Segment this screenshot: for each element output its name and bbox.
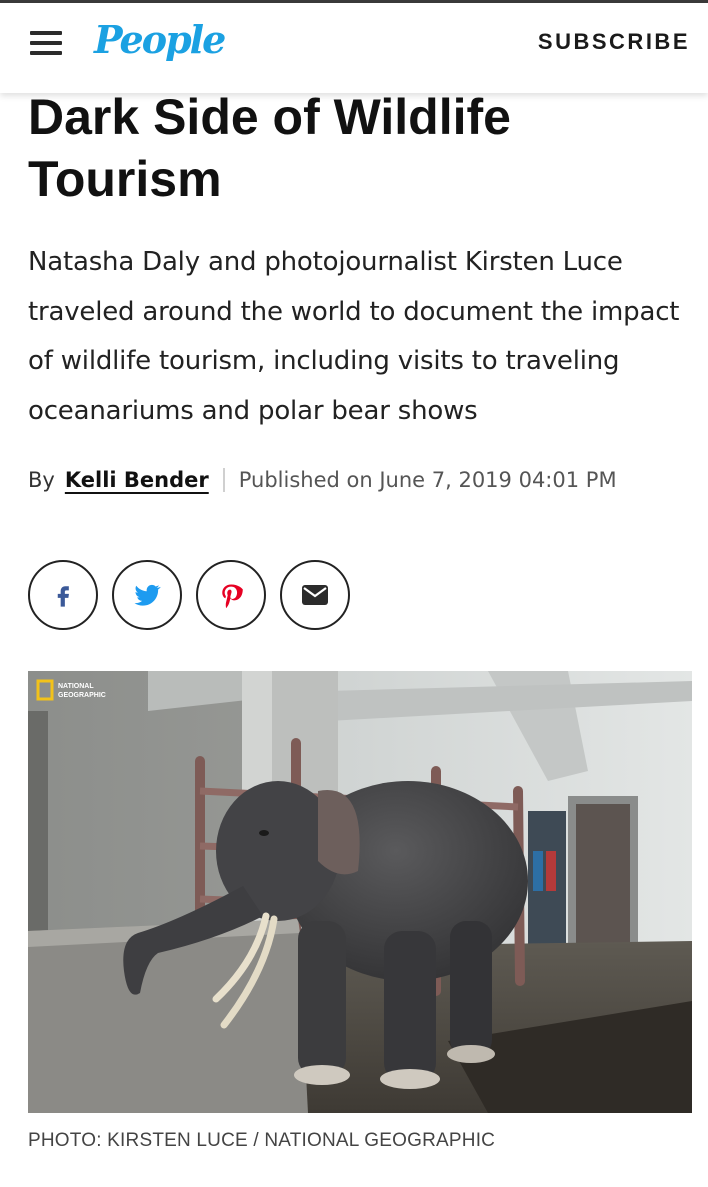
article-dek: Natasha Daly and photojournalist Kirsten… [28,247,680,426]
twitter-icon [134,584,161,606]
email-share-button[interactable] [280,560,350,630]
byline: By Kelli Bender Published on June 7, 201… [28,468,698,492]
share-bar [28,560,350,630]
byline-prefix: By [28,468,55,492]
pinterest-icon [222,584,243,608]
facebook-icon [57,586,69,607]
natgeo-watermark-text-1: NATIONAL [58,683,94,690]
author-link[interactable]: Kelli Bender [65,468,209,492]
elephant-photo-illustration: NATIONAL GEOGRAPHIC [28,671,692,1113]
article-photo: NATIONAL GEOGRAPHIC [28,671,692,1113]
site-header: People SUBSCRIBE [0,3,708,93]
hamburger-menu-icon[interactable] [30,31,66,59]
twitter-share-button[interactable] [112,560,182,630]
byline-divider [222,468,225,492]
published-date: Published on June 7, 2019 04:01 PM [238,468,617,492]
people-logo[interactable]: People [94,17,226,62]
article-headline: Dark Side of Wildlife Tourism [28,89,511,207]
email-icon [302,585,328,605]
pinterest-share-button[interactable] [196,560,266,630]
subscribe-button[interactable]: SUBSCRIBE [538,29,690,55]
facebook-share-button[interactable] [28,560,98,630]
natgeo-watermark-text-2: GEOGRAPHIC [58,692,106,699]
photo-caption: PHOTO: KIRSTEN LUCE / NATIONAL GEOGRAPHI… [28,1130,496,1151]
